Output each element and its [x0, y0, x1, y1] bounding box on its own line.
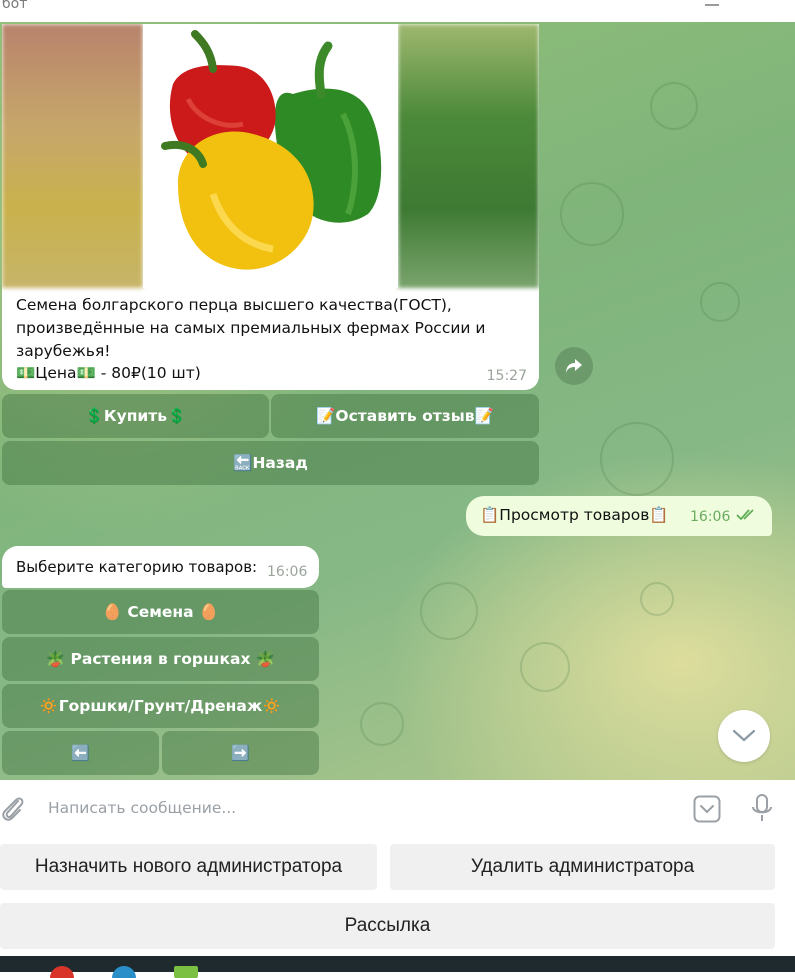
category-pots-button[interactable]: 🔅Горшки/Грунт/Дренаж🔅: [2, 684, 319, 728]
outgoing-message-text: 📋Просмотр товаров📋: [480, 506, 669, 524]
bot-keyboard-icon[interactable]: [693, 795, 721, 823]
outgoing-message-time: 16:06: [690, 509, 731, 525]
doodle-pattern: [360, 702, 404, 746]
assign-admin-label: Назначить нового администратора: [34, 856, 343, 877]
product-photo[interactable]: [2, 24, 539, 288]
buy-button[interactable]: 💲Купить💲: [2, 394, 269, 438]
right-arrow-icon: ➡️: [231, 744, 250, 762]
attach-icon[interactable]: [0, 794, 26, 824]
photo-blur-left: [2, 24, 143, 288]
product-message: Семена болгарского перца высшего качеств…: [2, 24, 539, 390]
doodle-pattern: [600, 422, 674, 496]
back-button[interactable]: 🔙Назад: [2, 441, 539, 485]
incoming-message: Выберите категорию товаров: 16:06: [2, 546, 319, 588]
back-button-label: 🔙Назад: [233, 454, 308, 472]
buy-button-label: 💲Купить💲: [84, 407, 187, 425]
photo-blur-right: [398, 24, 539, 288]
incoming-message-time: 16:06: [267, 564, 308, 580]
scroll-down-button[interactable]: [718, 710, 770, 762]
leave-review-button[interactable]: 📝Оставить отзыв📝: [271, 394, 539, 438]
remove-admin-label: Удалить администратора: [470, 856, 695, 877]
category-plants-button[interactable]: 🪴 Растения в горшках 🪴: [2, 637, 319, 681]
broadcast-button[interactable]: Рассылка: [0, 903, 775, 949]
chat-title: бот: [2, 0, 28, 12]
forward-icon: [566, 359, 582, 373]
message-input[interactable]: Написать сообщение...: [48, 799, 236, 817]
composer: Написать сообщение...: [0, 780, 795, 838]
taskbar-app-icon[interactable]: [112, 966, 136, 978]
prev-page-button[interactable]: ⬅️: [2, 731, 159, 775]
product-price: 💵Цена💵 - 80₽(10 шт): [16, 364, 201, 382]
os-taskbar: [0, 956, 795, 978]
window-header: бот: [0, 0, 795, 22]
product-description: Семена болгарского перца высшего качеств…: [16, 296, 486, 360]
message-time: 15:27: [486, 368, 527, 384]
review-button-label: 📝Оставить отзыв📝: [316, 407, 494, 425]
doodle-pattern: [700, 282, 740, 322]
doodle-pattern: [520, 642, 570, 692]
forward-button[interactable]: [555, 347, 593, 385]
double-check-icon: [736, 509, 754, 521]
left-arrow-icon: ⬅️: [71, 744, 90, 762]
broadcast-label: Рассылка: [344, 915, 431, 936]
assign-admin-button[interactable]: Назначить нового администратора: [0, 844, 377, 890]
plants-button-label: 🪴 Растения в горшках 🪴: [45, 650, 276, 668]
category-seeds-button[interactable]: 🥚 Семена 🥚: [2, 590, 319, 634]
doodle-pattern: [650, 82, 698, 130]
incoming-message-text: Выберите категорию товаров:: [16, 558, 258, 576]
doodle-pattern: [640, 582, 674, 616]
pepper-image: [143, 24, 398, 288]
next-page-button[interactable]: ➡️: [162, 731, 319, 775]
taskbar-app-icon[interactable]: [174, 966, 198, 978]
microphone-icon[interactable]: [750, 793, 774, 825]
doodle-pattern: [420, 582, 478, 640]
seeds-button-label: 🥚 Семена 🥚: [102, 603, 219, 621]
chevron-down-icon: [732, 729, 756, 742]
remove-admin-button[interactable]: Удалить администратора: [390, 844, 775, 890]
doodle-pattern: [560, 182, 624, 246]
outgoing-message: 📋Просмотр товаров📋 16:06: [466, 496, 772, 536]
pots-button-label: 🔅Горшки/Грунт/Дренаж🔅: [39, 697, 282, 715]
taskbar-app-icon[interactable]: [50, 966, 74, 978]
minimize-icon[interactable]: [705, 0, 719, 6]
